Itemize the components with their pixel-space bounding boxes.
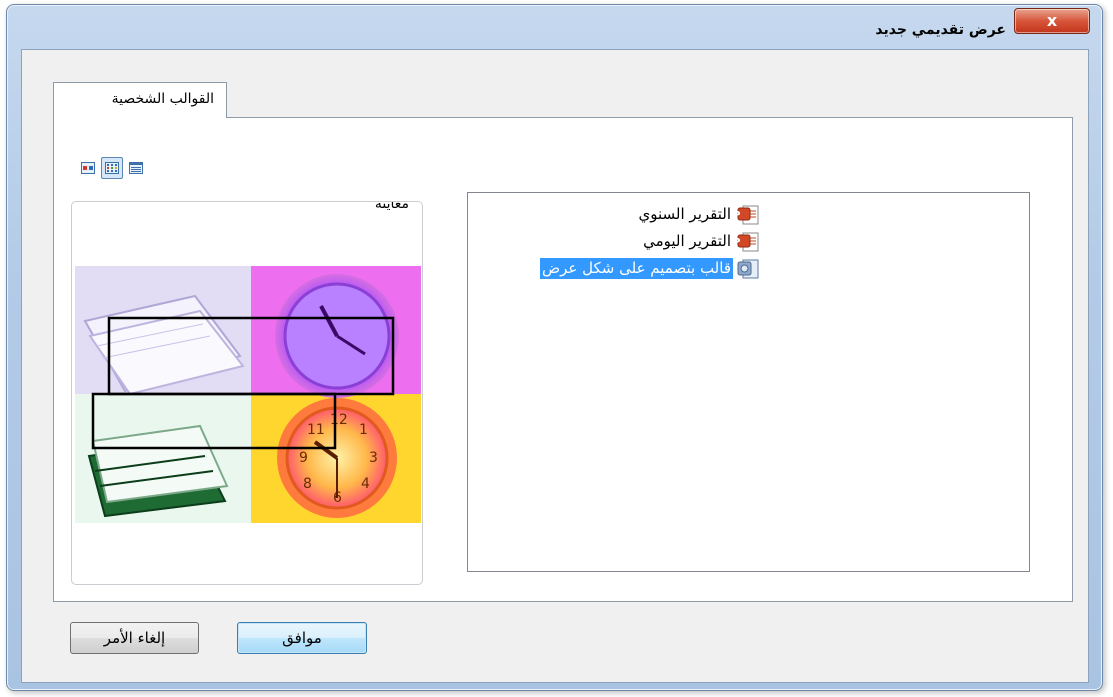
- details-view-button[interactable]: [125, 157, 147, 179]
- close-button[interactable]: x: [1014, 8, 1090, 34]
- svg-text:P: P: [737, 210, 741, 221]
- svg-text:4: 4: [361, 476, 370, 492]
- svg-text:12: 12: [330, 412, 348, 428]
- large-icons-view-icon: [81, 162, 95, 174]
- preview-label: معاينة: [374, 201, 409, 212]
- dialog-client-area: القوالب الشخصية معاينة 12 1 3 4 8 9 11 ا…: [21, 49, 1089, 683]
- svg-text:8: 8: [303, 476, 312, 492]
- list-item-selected[interactable]: قالب بتصميم على شكل عرض: [469, 256, 759, 281]
- details-view-icon: [129, 162, 143, 174]
- svg-text:1: 1: [359, 422, 368, 438]
- tab-panel: معاينة 12 1 3 4 8 9 11 التقرير السنوي ال…: [53, 117, 1073, 602]
- preview-panel: معاينة 12 1 3 4 8 9 11: [71, 201, 423, 585]
- window-title: عرض تقديمي جديد: [875, 22, 1006, 38]
- ok-button[interactable]: موافق: [237, 622, 367, 654]
- tab-label: القوالب الشخصية: [111, 91, 214, 107]
- cancel-button[interactable]: إلغاء الأمر: [70, 622, 199, 654]
- svg-text:11: 11: [307, 422, 325, 438]
- list-view-icon: [105, 162, 119, 174]
- powerpoint-file-icon: P: [737, 205, 759, 225]
- close-icon: x: [1046, 11, 1058, 30]
- powerpoint-file-icon: P: [737, 232, 759, 252]
- dialog-window: عرض تقديمي جديد x القوالب الشخصية معاينة…: [6, 4, 1103, 691]
- template-label: قالب بتصميم على شكل عرض: [540, 258, 733, 279]
- list-item[interactable]: P التقرير اليومي: [469, 229, 759, 254]
- list-view-button[interactable]: [101, 157, 123, 179]
- templates-list[interactable]: P التقرير السنوي P التقرير اليومي: [467, 192, 1030, 572]
- list-item[interactable]: P التقرير السنوي: [469, 202, 759, 227]
- title-bar[interactable]: عرض تقديمي جديد x: [7, 5, 1102, 45]
- tab-personal-templates[interactable]: القوالب الشخصية: [53, 82, 227, 118]
- design-template-icon: [737, 259, 759, 279]
- template-label: التقرير اليومي: [643, 232, 731, 250]
- svg-text:9: 9: [299, 450, 308, 466]
- template-label: التقرير السنوي: [638, 205, 731, 223]
- template-preview-image: 12 1 3 4 6 8 9 11: [75, 266, 421, 523]
- svg-text:3: 3: [369, 450, 378, 466]
- large-icons-view-button[interactable]: [77, 157, 99, 179]
- svg-text:P: P: [737, 237, 741, 248]
